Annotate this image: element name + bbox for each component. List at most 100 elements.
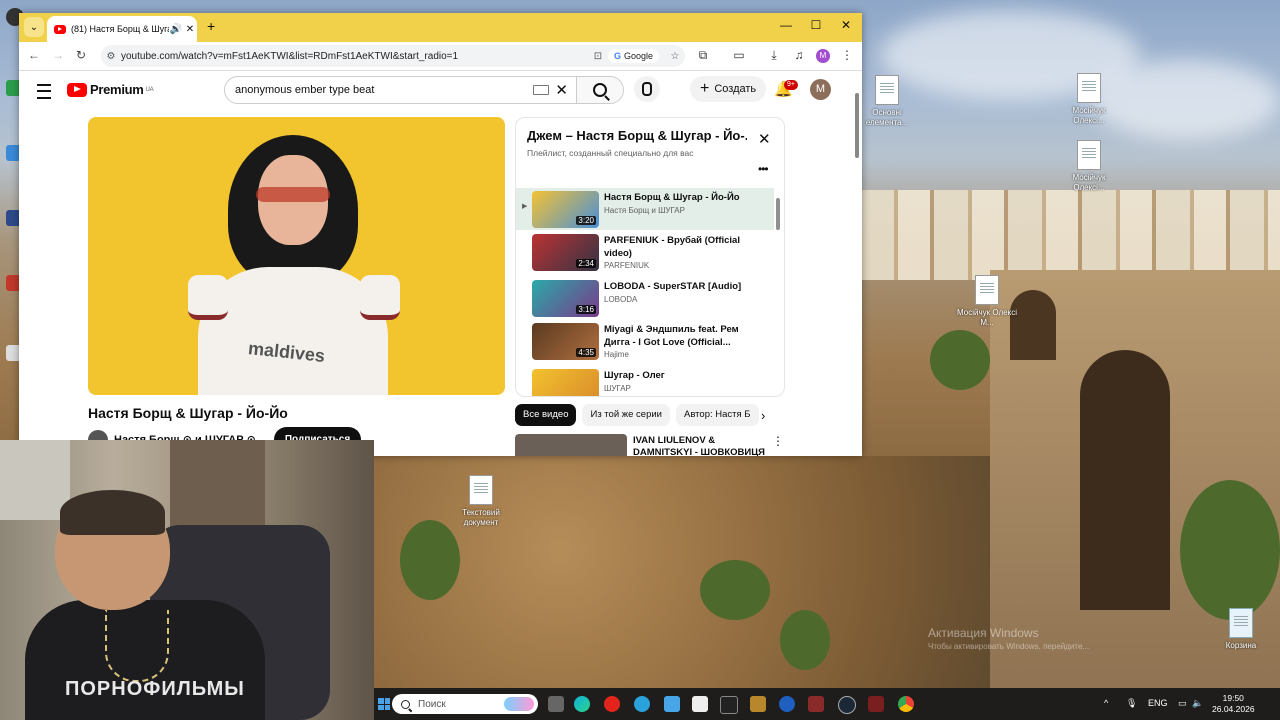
desktop-icon-document[interactable]: Основні елемента... <box>857 75 917 128</box>
edge-icon[interactable] <box>574 696 590 712</box>
playlist-item[interactable]: ▶ 3:20 Настя Борщ & Шугар - Йо-Йо Настя … <box>516 188 774 230</box>
playlist-item-title: LOBODA - SuperSTAR [Audio] <box>604 281 742 292</box>
playlist-scrollbar[interactable] <box>776 198 780 230</box>
task-view-icon[interactable] <box>548 696 564 712</box>
system-clock[interactable]: 19:50 26.04.2026 <box>1212 693 1255 715</box>
steam-icon[interactable] <box>838 696 856 714</box>
chip-author[interactable]: Автор: Настя Б <box>676 404 759 426</box>
chip-all-videos[interactable]: Все видео <box>515 404 577 426</box>
search-input[interactable] <box>225 83 534 97</box>
opera-icon[interactable] <box>604 696 620 712</box>
desktop-icon-label: Корзина <box>1225 641 1257 650</box>
playlist-item-channel: PARFENIUK <box>604 261 650 270</box>
chip-same-series[interactable]: Из той же серии <box>582 404 670 426</box>
video-player[interactable]: maldives <box>88 117 505 395</box>
reload-button[interactable]: ↻ <box>76 48 86 62</box>
clear-search-icon[interactable]: ✕ <box>555 81 568 99</box>
media-app-icon[interactable] <box>868 696 884 712</box>
forward-button[interactable]: → <box>52 48 64 62</box>
download-icon[interactable]: ⤓ <box>766 48 782 63</box>
close-window-button[interactable]: ✕ <box>839 18 853 32</box>
maximize-button[interactable]: ☐ <box>809 18 823 32</box>
extensions-icon[interactable]: ⧉ <box>695 48 711 63</box>
desktop-icon-document[interactable]: Мосійчук Олексі... <box>1059 140 1119 193</box>
create-button[interactable]: + Создать <box>690 76 767 102</box>
search-button[interactable] <box>576 77 623 103</box>
volume-icon[interactable]: 🔈 <box>1192 698 1203 709</box>
site-info-icon[interactable]: ⚙ <box>101 51 121 62</box>
browser-tab[interactable]: (81) Настя Борщ & Шугар 🔊 ✕ <box>47 16 197 42</box>
close-playlist-icon[interactable]: ✕ <box>758 130 771 148</box>
playlist-title[interactable]: Джем – Настя Борщ & Шугар - Йо-... <box>527 128 747 143</box>
microphone-icon[interactable]: 🎙 <box>1126 698 1137 709</box>
thumbnail[interactable]: 3:16 <box>532 280 599 317</box>
video-title: Настя Борщ & Шугар - Йо-Йо <box>88 405 288 421</box>
youtube-premium-logo[interactable]: Premium UA <box>67 82 154 97</box>
youtube-favicon-icon <box>54 24 66 34</box>
keyboard-icon[interactable] <box>533 85 550 95</box>
desktop-icon-document[interactable]: Мосійчук Олексі М... <box>957 275 1017 328</box>
desktop-icon-label: Мосійчук Олексі... <box>1072 106 1106 125</box>
minimize-button[interactable]: — <box>779 18 793 32</box>
voice-search-button[interactable] <box>634 76 660 102</box>
account-avatar[interactable]: M <box>810 79 831 100</box>
telegram-icon[interactable] <box>634 696 650 712</box>
tab-search-button[interactable]: ⌄ <box>24 17 44 37</box>
profile-avatar[interactable]: M <box>816 49 830 63</box>
windows-start-icon[interactable] <box>378 698 390 710</box>
playlist-item[interactable]: 4:35 Miyagi & Эндшпиль feat. Рем Дигга -… <box>516 320 774 362</box>
reading-mode-icon[interactable]: ▭ <box>731 48 747 62</box>
media-control-icon[interactable]: ♫ <box>791 48 807 62</box>
playlist-item[interactable]: Шугар - Олег ШУГАР <box>516 366 774 396</box>
recommended-video[interactable]: IVAN LIULENOV & DAMNITSKYI - ШОВКОВИЦЯ (… <box>515 434 845 456</box>
desktop-icon-text-document[interactable]: Текстовий документ <box>451 475 511 528</box>
network-icon[interactable]: ▭ <box>1178 698 1187 709</box>
playlist-item[interactable]: 3:16 LOBODA - SuperSTAR [Audio] LOBODA <box>516 277 774 319</box>
plus-icon: + <box>700 80 710 97</box>
file-icon[interactable] <box>692 696 708 712</box>
playlist-item-title: Miyagi & Эндшпиль feat. Рем Дигга - I Go… <box>604 324 739 348</box>
desktop-icon-recycle-bin[interactable]: Корзина <box>1211 608 1271 651</box>
game-app-icon[interactable] <box>808 696 824 712</box>
hamburger-menu-icon[interactable] <box>37 84 51 99</box>
town-scenery <box>860 190 1280 280</box>
webcam-overlay: ПОРНОФИЛЬМЫ <box>0 440 374 720</box>
webcam-shirt-text: ПОРНОФИЛЬМЫ <box>65 678 245 700</box>
audio-app-icon[interactable] <box>720 696 738 714</box>
close-tab-icon[interactable]: ✕ <box>183 24 197 35</box>
chrome-icon[interactable] <box>898 696 914 712</box>
youtube-play-icon <box>67 82 87 97</box>
url-text[interactable]: youtube.com/watch?v=mFst1AeKTWI&list=RDm… <box>121 51 588 62</box>
more-options-icon[interactable]: ⋮ <box>772 434 784 448</box>
duration-badge: 3:20 <box>576 216 596 225</box>
playlist-item[interactable]: 2:34 PARFENIUK - Врубай (Official video)… <box>516 231 774 273</box>
duration-badge: 4:35 <box>576 348 596 357</box>
omnibox[interactable]: ⚙ youtube.com/watch?v=mFst1AeKTWI&list=R… <box>101 45 685 67</box>
more-options-icon[interactable]: ••• <box>758 162 769 176</box>
search-engine-chip[interactable]: G Google <box>607 49 659 63</box>
filter-chips: Все видео Из той же серии Автор: Настя Б <box>515 404 775 428</box>
desktop-app-icon[interactable] <box>664 696 680 712</box>
desktop-left-icons <box>0 0 24 440</box>
back-button[interactable]: ← <box>28 48 40 62</box>
thumbnail[interactable] <box>515 434 627 456</box>
page-scrollbar[interactable] <box>854 85 860 455</box>
taskbar: Поиск ^ 🎙 ENG ▭ 🔈 19:50 26.04.2026 <box>374 688 1280 720</box>
bookmark-star-icon[interactable]: ☆ <box>665 51 685 62</box>
install-app-icon[interactable]: ⊡ <box>588 51 608 62</box>
new-tab-button[interactable]: + <box>207 18 215 34</box>
speaker-icon[interactable]: 🔊 <box>169 24 183 35</box>
language-indicator[interactable]: ENG <box>1148 698 1168 708</box>
taskbar-search[interactable]: Поиск <box>392 694 538 714</box>
thumbnail[interactable] <box>532 369 599 396</box>
chevron-up-icon[interactable]: ^ <box>1104 698 1108 708</box>
thumbnail[interactable]: 4:35 <box>532 323 599 360</box>
vpn-app-icon[interactable] <box>779 696 795 712</box>
thumbnail[interactable]: 3:20 <box>532 191 599 228</box>
menu-kebab-icon[interactable]: ⋮ <box>839 48 855 62</box>
chevron-right-icon[interactable]: › <box>761 408 765 423</box>
duration-badge: 3:16 <box>576 305 596 314</box>
thumbnail[interactable]: 2:34 <box>532 234 599 271</box>
pencil-app-icon[interactable] <box>750 696 766 712</box>
desktop-icon-document[interactable]: Мосійчук Олексі... <box>1059 73 1119 126</box>
